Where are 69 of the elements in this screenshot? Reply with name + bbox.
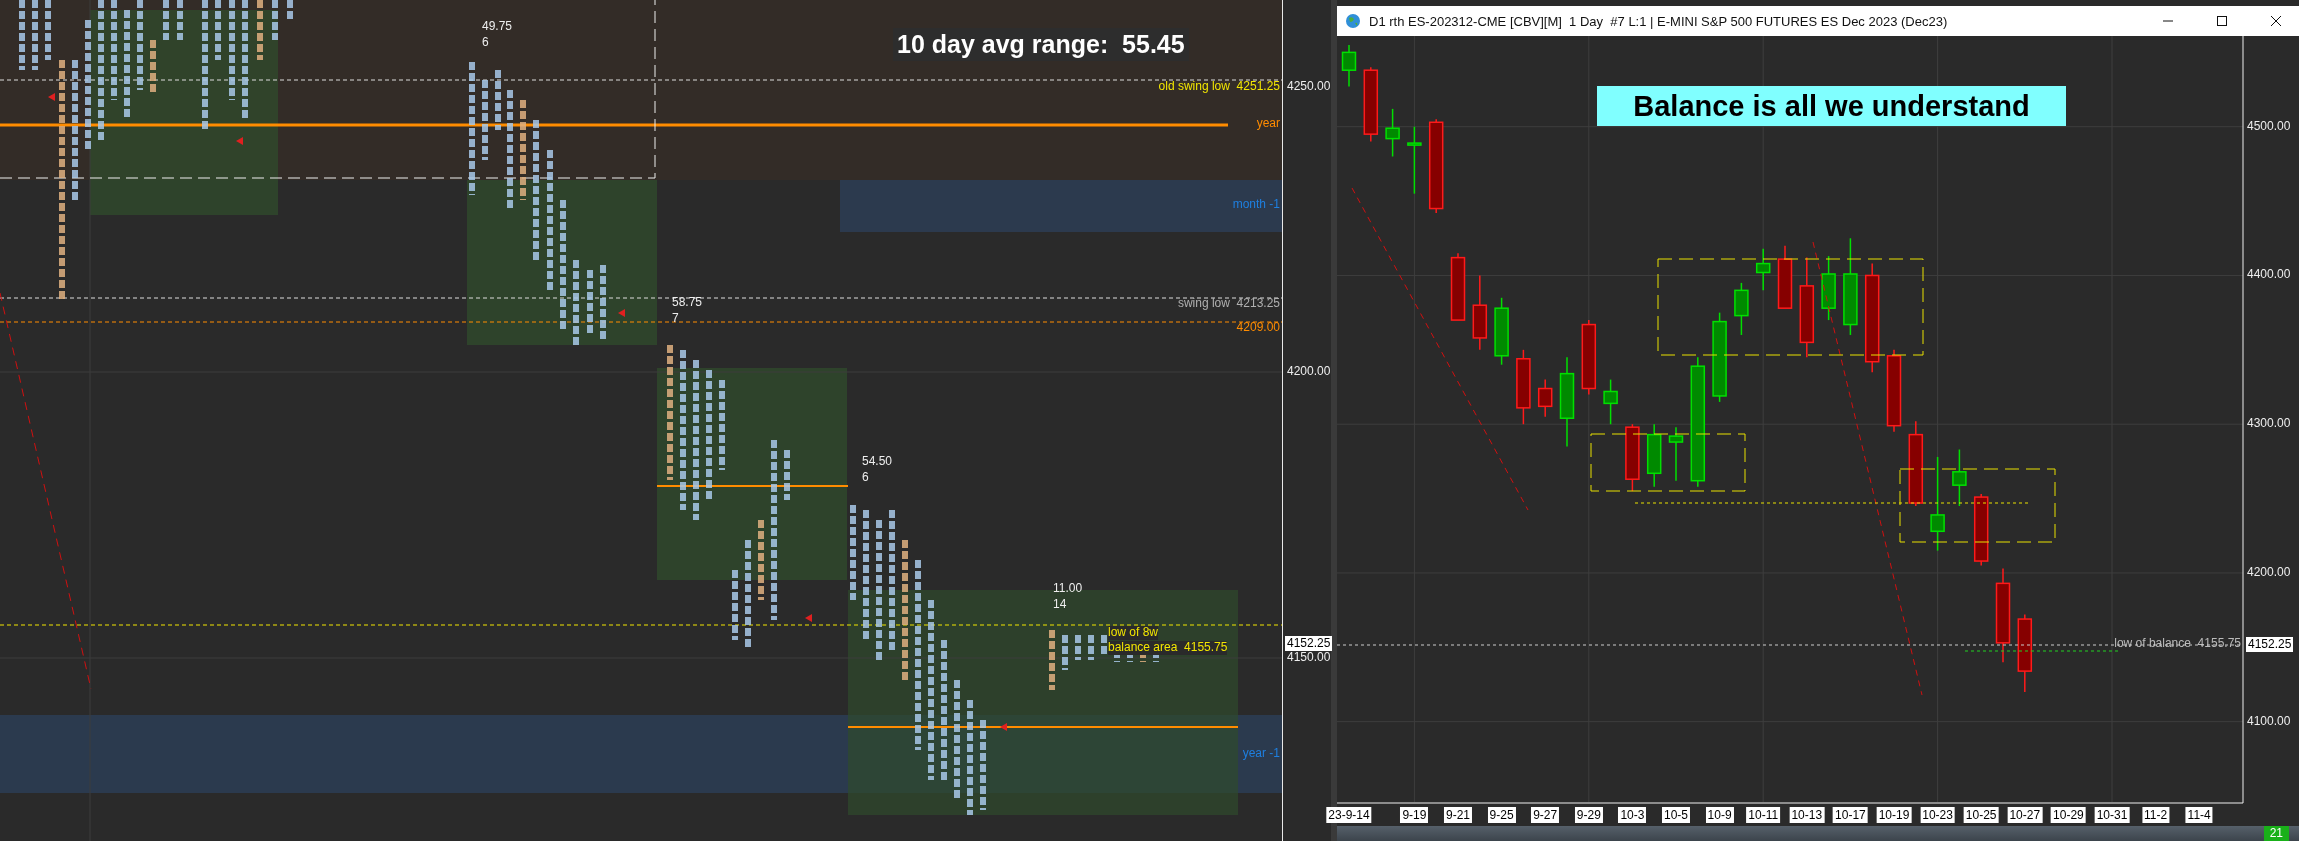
price-axis-label: 4200.00	[1287, 365, 1331, 379]
candle	[1537, 378, 1553, 418]
candle	[1668, 426, 1684, 482]
date-axis-label: 10-25	[1963, 807, 1999, 823]
globe-icon	[1345, 13, 1361, 29]
date-axis-label: 10-17	[1833, 807, 1868, 823]
date-axis-label: 10-29	[2051, 807, 2086, 823]
window-title: D1 rth ES-202312-CME [CBV][M] 1 Day #7 L:1 | E-MINI S&P 500 FUTURES ES Dec 2023 (Dec23)	[1369, 13, 1949, 29]
level-label: balance area 4155.75	[1108, 641, 1228, 655]
current-price-tag: 4152.25	[1285, 636, 1333, 651]
session-count: 6	[862, 471, 869, 485]
candle	[1450, 252, 1466, 321]
chart-banner: Balance is all we understand	[1597, 86, 2066, 126]
date-axis-label: 11-4	[2185, 807, 2213, 823]
date-axis-label: 11-2	[2142, 807, 2170, 823]
session-count: 7	[672, 312, 679, 326]
status-badge: 21	[2263, 826, 2289, 841]
price-axis-label: 4400.00	[2247, 268, 2291, 283]
level-label: year -1	[1242, 747, 1280, 761]
candle	[1755, 247, 1771, 292]
date-axis-label: 10-13	[1789, 807, 1825, 823]
candle	[1625, 423, 1640, 492]
average-range-heading: 10 day avg range: 55.45	[893, 28, 1189, 61]
date-axis-label: 10-31	[2094, 807, 2130, 823]
candle	[1777, 244, 1793, 309]
price-axis-label: 4200.00	[2247, 565, 2291, 580]
session-range: 58.75	[672, 296, 703, 310]
date-axis-label: 9-25	[1487, 807, 1516, 823]
price-axis-label: 4100.00	[2247, 714, 2291, 729]
price-axis-label: 4250.00	[1287, 80, 1331, 94]
price-axis-label: 4300.00	[2247, 417, 2291, 431]
close-icon	[2271, 16, 2281, 26]
date-axis-label: 10-9	[1705, 807, 1734, 823]
session-range: 49.75	[482, 20, 513, 34]
price-axis-label: 4150.00	[1287, 651, 1331, 665]
level-label: old swing low 4251.25	[1158, 80, 1280, 94]
date-axis-label: 9-19	[1400, 807, 1429, 823]
candle	[1341, 44, 1357, 88]
level-label: low of 8w	[1108, 626, 1159, 640]
date-axis-label: 9-27	[1531, 807, 1560, 823]
date-axis-label: 23-9-14	[1326, 807, 1372, 823]
maximize-icon	[2217, 16, 2227, 26]
date-axis-label: 10-11	[1746, 807, 1781, 823]
session-range: 54.50	[862, 455, 893, 469]
level-label: 4209.00	[1236, 321, 1280, 335]
level-label: low of balance 4155.75	[2114, 637, 2241, 651]
date-axis-label: 10-3	[1618, 807, 1647, 823]
current-price-tag: 4152.25	[2246, 637, 2294, 652]
session-count: 6	[482, 36, 489, 50]
date-axis-label: 9-29	[1574, 807, 1603, 823]
level-label: year	[1256, 117, 1280, 131]
date-axis-label: 10-19	[1876, 807, 1912, 823]
candle	[1646, 423, 1662, 488]
level-label: month -1	[1232, 198, 1280, 212]
candle	[1603, 378, 1618, 425]
candle	[1952, 448, 1967, 507]
candle	[1407, 126, 1422, 195]
date-axis-label: 10-27	[2007, 807, 2043, 823]
session-count: 14	[1053, 598, 1067, 612]
level-label: swing low 4213.25	[1177, 297, 1280, 311]
candle	[1821, 255, 1836, 321]
price-axis-label: 4500.00	[2247, 119, 2291, 134]
candle	[1734, 282, 1749, 336]
candle	[1385, 108, 1400, 158]
date-axis-label: 10-23	[1920, 807, 1955, 823]
date-axis-label: 9-21	[1444, 807, 1472, 823]
date-axis-label: 10-5	[1662, 807, 1690, 823]
candle	[1494, 297, 1509, 366]
session-range: 11.00	[1053, 582, 1083, 596]
